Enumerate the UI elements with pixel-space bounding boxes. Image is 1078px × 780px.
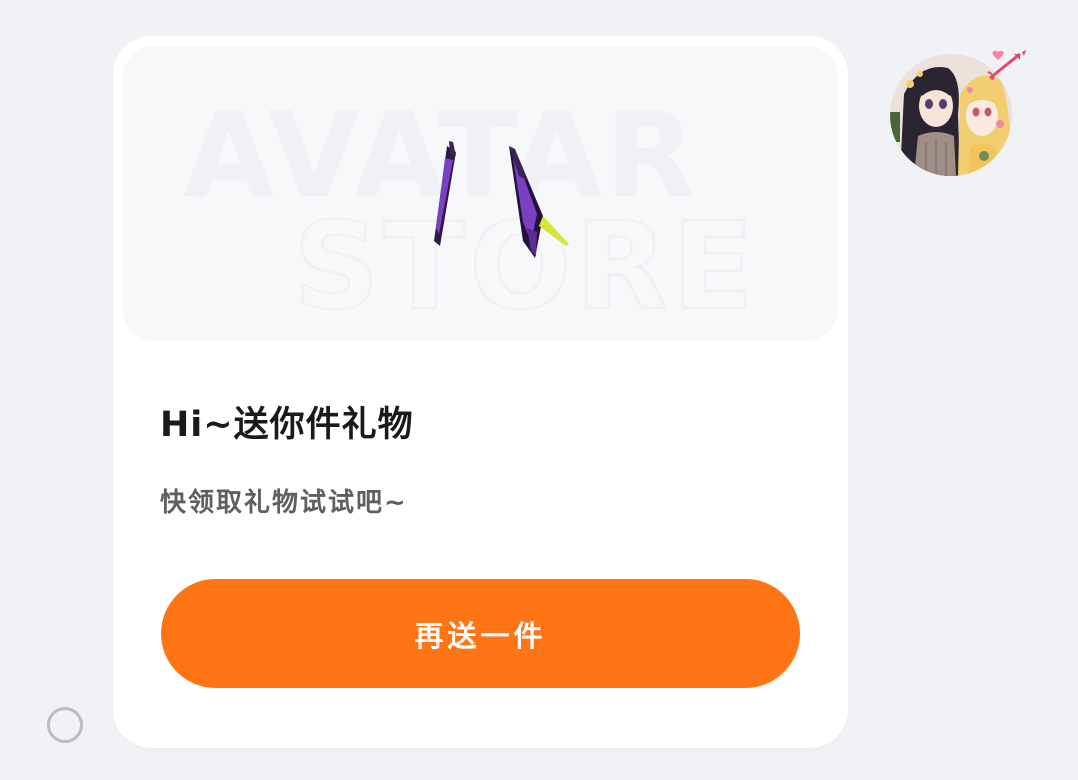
gift-card: AVATAR STORE Hi~送你件礼物 快领取礼物试试吧~ 再送一件 [113, 36, 848, 748]
send-again-button[interactable]: 再送一件 [161, 579, 800, 688]
cupid-arrow-icon [986, 48, 1028, 84]
banner-watermark: AVATAR STORE [183, 86, 755, 338]
gift-subtitle: 快领取礼物试试吧~ [160, 488, 408, 518]
gift-title: Hi~送你件礼物 [160, 405, 414, 445]
avatar-store-banner: AVATAR STORE [123, 46, 838, 341]
ring-icon [47, 707, 83, 743]
